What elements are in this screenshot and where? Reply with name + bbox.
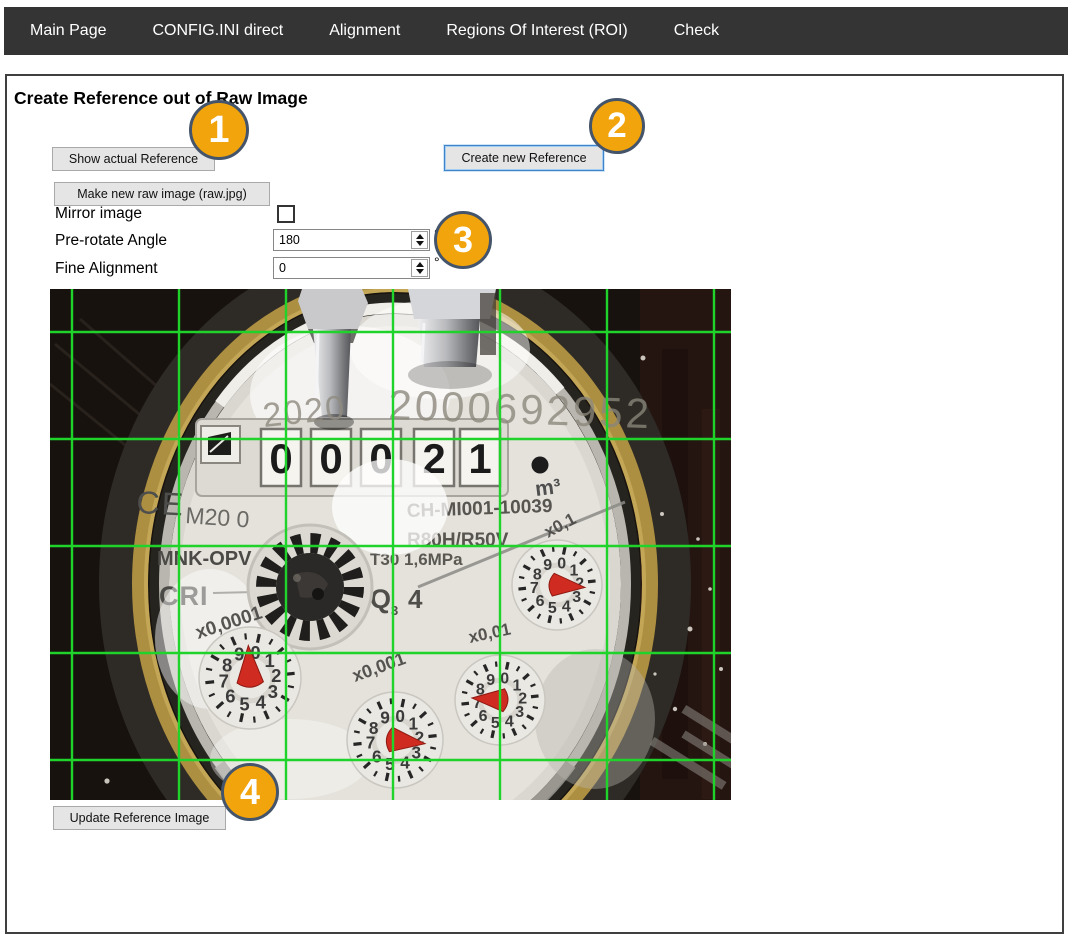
svg-text:0: 0 <box>395 706 405 726</box>
make-new-raw-image-button[interactable]: Make new raw image (raw.jpg) <box>54 182 270 206</box>
pre-rotate-angle-input[interactable] <box>274 230 411 250</box>
mirror-image-checkbox[interactable] <box>277 205 295 223</box>
svg-text:1: 1 <box>468 435 491 482</box>
svg-text:0: 0 <box>319 435 342 482</box>
stepper-down-icon[interactable] <box>416 269 424 274</box>
svg-text:3: 3 <box>515 704 524 721</box>
svg-text:8: 8 <box>533 566 542 583</box>
svg-text:8: 8 <box>222 654 232 675</box>
svg-text:0: 0 <box>269 435 292 482</box>
nav-item-alignment[interactable]: Alignment <box>329 22 400 40</box>
svg-text:4: 4 <box>505 714 514 731</box>
pre-rotate-angle-stepper[interactable] <box>411 231 428 249</box>
svg-text:4: 4 <box>562 599 571 616</box>
create-new-reference-button[interactable]: Create new Reference <box>444 145 604 171</box>
nav-item-check[interactable]: Check <box>674 22 719 40</box>
svg-text:4: 4 <box>256 692 267 713</box>
svg-text:9: 9 <box>543 557 552 574</box>
svg-text:4: 4 <box>400 753 410 773</box>
fine-alignment-label: Fine Alignment <box>55 260 158 278</box>
metal-clip-right <box>408 289 496 389</box>
svg-text:5: 5 <box>548 600 557 617</box>
fine-alignment-stepper[interactable] <box>411 259 428 277</box>
show-actual-reference-button[interactable]: Show actual Reference <box>52 147 215 171</box>
nav-item-roi[interactable]: Regions Of Interest (ROI) <box>446 22 627 40</box>
brand-text: MNK-OPV <box>157 548 252 570</box>
mirror-image-label: Mirror image <box>55 205 142 223</box>
svg-text:0: 0 <box>500 670 509 687</box>
serial-number: 2000692952 <box>388 381 653 437</box>
svg-text:3: 3 <box>268 681 278 702</box>
odometer-dot <box>532 457 549 474</box>
top-navigation: Main Page CONFIG.INI direct Alignment Re… <box>4 7 1068 55</box>
pre-rotate-angle-field <box>273 229 430 251</box>
svg-text:3: 3 <box>572 589 581 606</box>
stepper-down-icon[interactable] <box>416 241 424 246</box>
fine-alignment-field <box>273 257 430 279</box>
callout-3: 3 <box>434 211 492 269</box>
svg-text:9: 9 <box>486 672 495 689</box>
reference-image: 0 0 0 2 1 m³ CE M20 0 CH-MI001-10039 R80… <box>50 289 731 800</box>
svg-text:4: 4 <box>408 584 423 614</box>
nav-item-main-page[interactable]: Main Page <box>30 22 107 40</box>
stepper-up-icon[interactable] <box>416 234 424 239</box>
svg-text:5: 5 <box>239 693 249 714</box>
approval-text: M20 0 <box>185 502 251 532</box>
svg-text:8: 8 <box>369 718 379 738</box>
svg-text:0: 0 <box>557 555 566 572</box>
update-reference-image-button[interactable]: Update Reference Image <box>53 806 226 830</box>
callout-1: 1 <box>189 100 249 160</box>
svg-text:9: 9 <box>380 708 390 728</box>
nav-item-config-ini[interactable]: CONFIG.INI direct <box>153 22 284 40</box>
callout-4: 4 <box>221 763 279 821</box>
stepper-up-icon[interactable] <box>416 262 424 267</box>
svg-text:5: 5 <box>491 715 500 732</box>
meter-photo: 0 0 0 2 1 m³ CE M20 0 CH-MI001-10039 R80… <box>50 289 731 800</box>
pre-rotate-angle-label: Pre-rotate Angle <box>55 232 167 250</box>
fine-alignment-input[interactable] <box>274 258 411 278</box>
callout-2: 2 <box>589 98 645 154</box>
page-title: Create Reference out of Raw Image <box>14 88 308 109</box>
dial-x0,1: 0123456789 <box>512 540 602 630</box>
dial-x0,001: 0123456789 <box>347 692 443 788</box>
